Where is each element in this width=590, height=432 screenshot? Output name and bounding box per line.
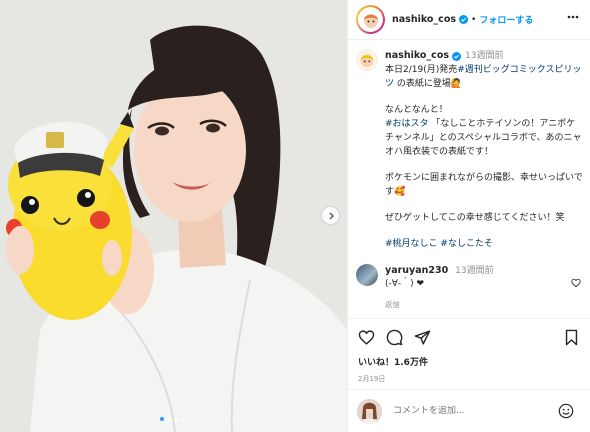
comment-item: yaruyan230 13週間前 (-∀-｀) ❤ 返信 — [356, 264, 584, 311]
author-avatar[interactable] — [356, 5, 385, 34]
follow-button[interactable]: フォローする — [479, 13, 533, 26]
author-username[interactable]: nashiko_cos — [392, 14, 456, 25]
caption-text: ぜひゲットしてこの幸せ感じてください！笑 — [385, 213, 565, 223]
add-comment-input[interactable] — [393, 406, 563, 416]
carousel-dot — [174, 417, 178, 421]
chevron-right-icon — [329, 212, 334, 219]
commenter-avatar[interactable] — [356, 264, 378, 286]
avatar-illustration-icon — [360, 54, 374, 68]
hashtag-links[interactable]: #桃月なしこ #なしこたそ — [385, 237, 583, 251]
next-slide-button[interactable] — [322, 207, 339, 224]
carousel-indicator — [160, 417, 185, 421]
caption-line1-text: 本日2/19(月)発売 — [385, 65, 458, 75]
current-user-avatar — [357, 398, 382, 424]
more-options-icon[interactable] — [567, 15, 579, 19]
like-count[interactable]: いいね！1.6万件 — [348, 355, 590, 368]
save-bookmark-icon[interactable] — [564, 329, 579, 346]
hashtag-link[interactable]: #おはスタ — [385, 119, 429, 129]
like-comment-heart-icon[interactable] — [571, 278, 581, 288]
instagram-post: nashiko_cos • フォローする nashiko_cos 13週間前 本… — [0, 0, 590, 432]
caption-text: なんとなんと！ — [385, 105, 448, 115]
post-date[interactable]: 2月19日 — [348, 374, 590, 384]
avatar-illustration-icon — [363, 13, 378, 28]
caption-paragraph: なんとなんと！ #おはスタ 「なしことホテイソンの！アニポケチャンネル」とのスペ… — [385, 103, 583, 159]
add-comment-bar — [348, 389, 590, 432]
post-header: nashiko_cos • フォローする — [348, 0, 590, 40]
post-actions-section: いいね！1.6万件 2月19日 — [348, 318, 590, 384]
post-side-panel: nashiko_cos • フォローする nashiko_cos 13週間前 本… — [347, 0, 590, 432]
verified-badge-icon — [459, 15, 468, 24]
emoji-picker-icon[interactable] — [558, 403, 574, 419]
user-photo-icon — [357, 398, 382, 424]
like-heart-icon[interactable] — [358, 329, 375, 346]
carousel-dot — [160, 417, 164, 421]
caption-time[interactable]: 13週間前 — [465, 49, 503, 63]
header-separator: • — [471, 14, 477, 25]
caption-line1-suffix: の表紙に登場🙋 — [394, 79, 463, 89]
comment-time: 13週間前 — [455, 266, 494, 276]
carousel-dot — [167, 417, 171, 421]
post-image[interactable] — [0, 0, 347, 432]
comment-bubble-icon[interactable] — [386, 329, 403, 346]
carousel-dot — [181, 417, 185, 421]
comment-text: (-∀-｀) ❤ — [385, 279, 425, 289]
action-bar — [348, 319, 590, 355]
reply-button[interactable]: 返信 — [385, 298, 494, 311]
caption-text: ポケモンに囲まれながらの撮影、幸せいっぱいです🥰 — [385, 173, 583, 197]
commenter-username[interactable]: yaruyan230 — [385, 265, 448, 276]
caption-author-avatar[interactable] — [356, 49, 378, 71]
verified-badge-icon — [452, 51, 461, 61]
post-caption: nashiko_cos 13週間前 本日2/19(月)発売#週刊ビッグコミックス… — [356, 49, 584, 251]
photo-woman-with-pikachu — [0, 0, 347, 432]
caption-username[interactable]: nashiko_cos — [385, 49, 449, 63]
share-paper-plane-icon[interactable] — [414, 329, 431, 346]
